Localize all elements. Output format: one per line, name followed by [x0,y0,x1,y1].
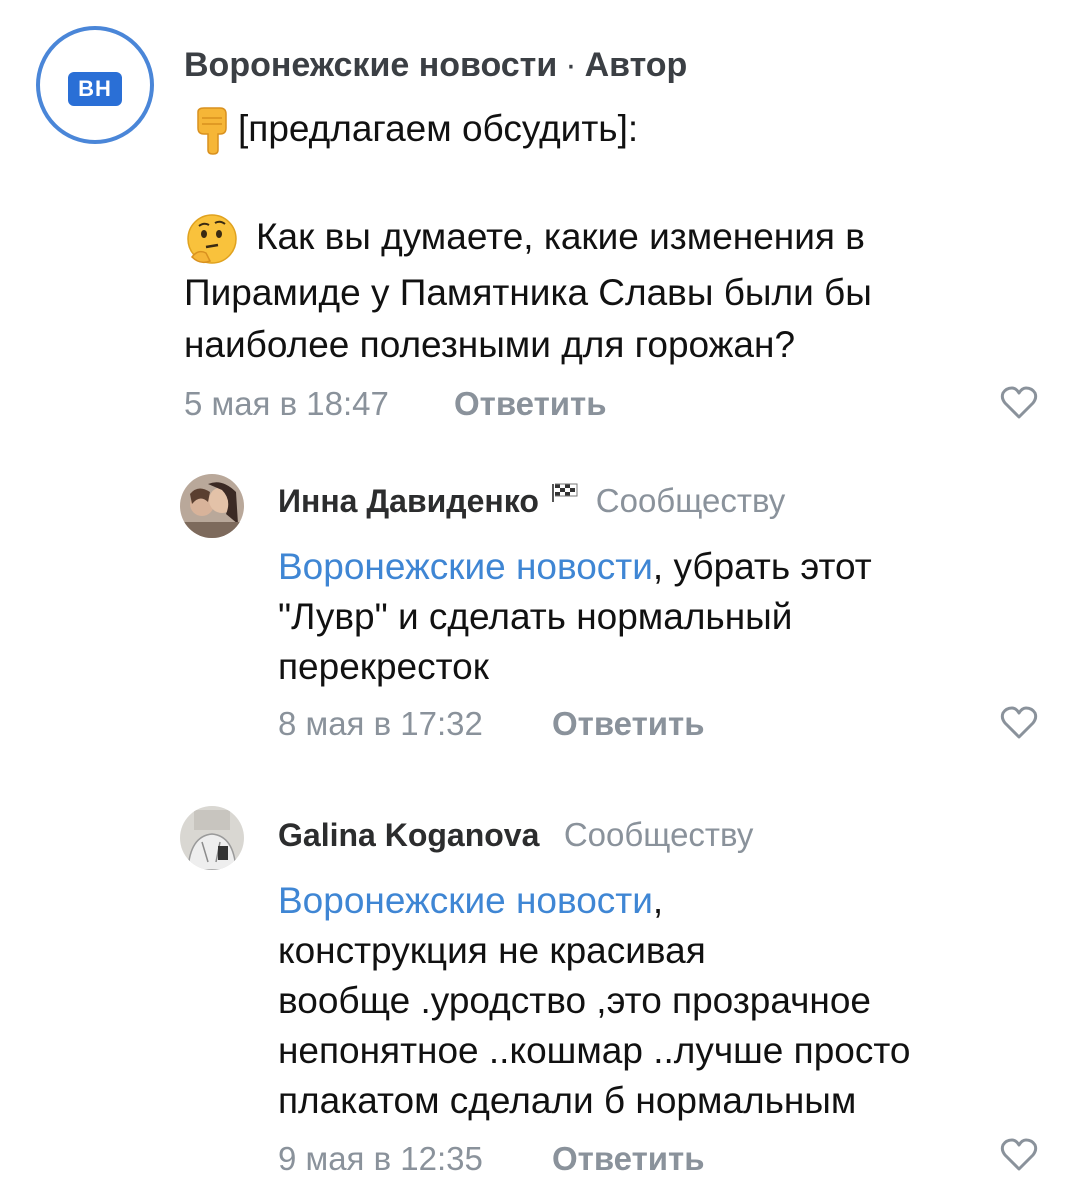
reply-text-line-2: конструкция не красивая [278,930,706,971]
post-author-name[interactable]: Воронежские новости [184,46,557,84]
author-separator: · [565,46,577,84]
post-text-line-2: Как вы думаете, какие изменения в [256,216,865,257]
reply-text-line-1: Воронежские новости, [278,874,663,927]
heart-outline-icon[interactable] [1000,706,1038,740]
post-reply-button[interactable]: Ответить [454,385,607,423]
reply-reply-button[interactable]: Ответить [552,1140,705,1178]
heart-outline-icon[interactable] [1000,386,1038,420]
checkered-flag-icon [552,483,578,502]
reply-text-line-5: плакатом сделали б нормальным [278,1080,857,1121]
post-text-line-4: наиболее полезными для горожан? [184,324,796,365]
reply-text-line-4: непонятное ..кошмар ..лучше просто [278,1030,911,1071]
reply-target: Сообществу [563,816,754,853]
reply-avatar-galina[interactable] [180,806,244,870]
community-logo: ВН [68,72,122,106]
reply-date: 8 мая в 17:32 [278,705,483,742]
mention-link[interactable]: Воронежские новости [278,546,653,587]
post-date: 5 мая в 18:47 [184,385,389,422]
reply-author-name[interactable]: Galina Koganova [278,817,539,853]
reply-avatar-inna[interactable] [180,474,244,538]
reply-text-line-2: "Лувр" и сделать нормальный [278,596,793,637]
reply-text-line-3: вообще .уродство ,это прозрачное [278,980,871,1021]
reply-header-inna: Инна Давиденко Сообществу [278,482,785,520]
post-author-line: Воронежские новости · Автор [184,46,687,85]
reply-target: Сообществу [595,482,786,519]
reply-text: , [652,880,664,921]
reply-text: , убрать этот [652,546,872,587]
reply-text-line-1: Воронежские новости, убрать этот [278,540,872,593]
user-photo-icon [180,806,244,870]
heart-outline-icon[interactable] [1000,1138,1038,1172]
reply-text-line-3: перекресток [278,646,489,687]
reply-reply-button[interactable]: Ответить [552,705,705,743]
reply-date: 9 мая в 12:35 [278,1140,483,1177]
reply-author-name[interactable]: Инна Давиденко [278,483,539,519]
community-avatar[interactable]: ВН [36,26,154,144]
post-text-line-1: [предлагаем обсудить]: [238,108,639,149]
user-photo-icon [180,474,244,538]
reply-header-galina: Galina Koganova Сообществу [278,816,753,854]
post-text-line-3: Пирамиде у Памятника Славы были бы [184,272,872,313]
post-line-2: Как вы думаете, какие изменения в [184,210,865,265]
author-role-badge: Автор [584,46,688,84]
post-line-1: [предлагаем обсудить]: [184,102,638,156]
mention-link[interactable]: Воронежские новости [278,880,653,921]
backhand-index-pointing-down-icon [197,107,227,155]
thinking-face-icon [187,214,237,264]
